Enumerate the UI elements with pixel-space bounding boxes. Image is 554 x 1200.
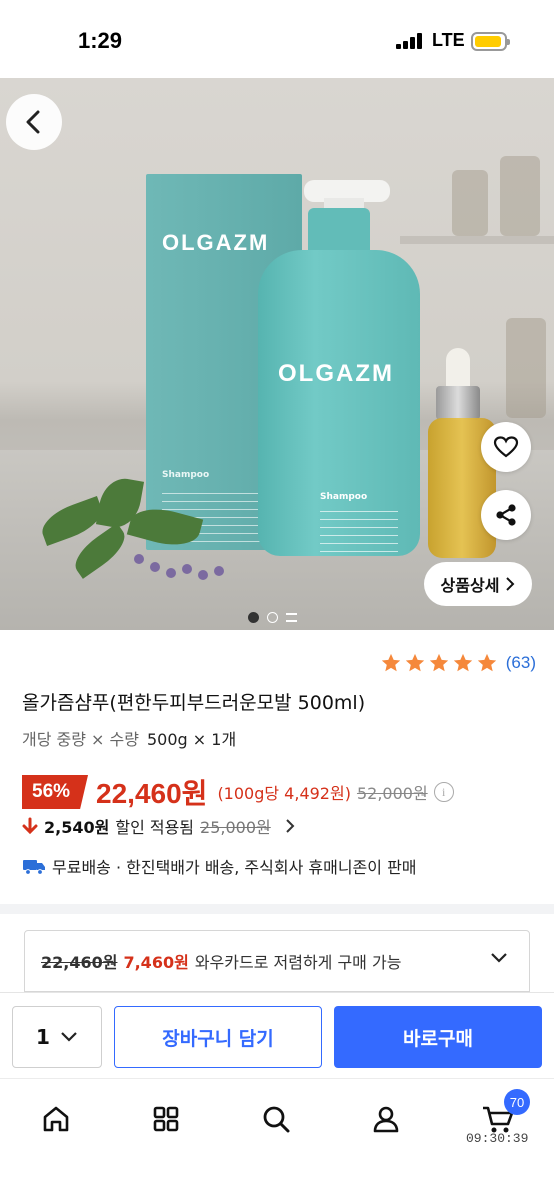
quantity-select[interactable]: 1	[12, 1006, 102, 1068]
quantity-value: 1	[36, 1025, 50, 1049]
chevron-down-icon	[61, 1032, 77, 1042]
discount-badge: 56%	[22, 775, 89, 809]
box-brand: OLGAZM	[162, 230, 270, 255]
lavender	[166, 568, 176, 578]
user-icon	[373, 1106, 399, 1133]
arrow-down-icon	[22, 817, 38, 835]
star-icon	[477, 653, 496, 672]
star-icon	[405, 653, 424, 672]
unit-price: (100g당 4,492원)	[217, 784, 351, 803]
bottle-ingredient-lines	[320, 504, 398, 552]
chevron-down-icon	[491, 953, 507, 963]
back-button[interactable]	[6, 94, 62, 150]
chevron-right-icon	[506, 577, 515, 591]
heart-icon	[493, 436, 519, 458]
bottle-label: Shampoo	[320, 492, 368, 502]
product-image-carousel[interactable]: OLGAZM Shampoo OLGAZM Shampoo 상품상세	[0, 78, 554, 630]
lavender	[150, 562, 160, 572]
carousel-more-icon	[286, 613, 297, 622]
shipping-row: 무료배송 · 한진택배가 배송, 주식회사 휴매니존이 판매	[22, 854, 417, 878]
star-icon	[453, 653, 472, 672]
add-to-cart-button[interactable]: 장바구니 담기	[114, 1006, 322, 1068]
battery-icon	[471, 32, 510, 51]
status-time: 1:29	[78, 28, 123, 53]
review-count[interactable]: (63)	[506, 653, 536, 673]
shipping-text: 무료배송 · 한진택배가 배송, 주식회사 휴매니존이 판매	[52, 858, 417, 877]
wow-card-offer[interactable]: 22,460원 7,460원 와우카드로 저렴하게 구매 가능	[24, 930, 530, 992]
product-detail-label: 상품상세	[440, 576, 500, 595]
signal-icon	[396, 33, 424, 49]
sale-price: 22,460원	[96, 778, 208, 809]
clock-overlay: 09:30:39	[466, 1131, 529, 1146]
purchase-bar: 1 장바구니 담기 바로구매	[0, 992, 554, 1078]
share-button[interactable]	[481, 490, 531, 540]
info-icon[interactable]: i	[433, 782, 454, 802]
rating[interactable]: (63)	[380, 652, 536, 674]
coupon-amount: 2,540원	[44, 818, 110, 837]
lavender	[182, 564, 192, 574]
cart-count-badge: 70	[504, 1089, 530, 1115]
lavender	[198, 570, 208, 580]
product-detail-button[interactable]: 상품상세	[424, 562, 532, 606]
star-icon	[429, 653, 448, 672]
background-jar	[452, 170, 488, 236]
option-label: 개당 중량 × 수량	[22, 730, 139, 749]
coupon-row[interactable]: 2,540원 할인 적용됨 25,000원	[22, 814, 297, 838]
home-icon	[43, 1106, 69, 1132]
shelf	[400, 236, 554, 244]
option-line: 개당 중량 × 수량 500g × 1개	[22, 726, 236, 750]
bottle-brand: OLGAZM	[278, 360, 394, 387]
carousel-indicator	[248, 612, 297, 623]
product-title: 올가즘샴푸(편한두피부드러운모발 500ml)	[22, 692, 366, 714]
option-value: 500g × 1개	[146, 730, 237, 749]
background-jar	[500, 156, 540, 236]
section-divider	[0, 904, 554, 914]
grid-icon	[153, 1106, 179, 1132]
tab-bar: 70 09:30:39	[0, 1078, 554, 1200]
shampoo-bottle: OLGAZM Shampoo	[258, 250, 420, 556]
truck-icon	[23, 860, 45, 875]
wishlist-button[interactable]	[481, 422, 531, 472]
tab-home[interactable]	[36, 1099, 76, 1139]
wow-text: 와우카드로 저렴하게 구매 가능	[194, 953, 402, 972]
price-row: 56% 22,460원 (100g당 4,492원) 52,000원 i	[22, 772, 454, 812]
chevron-left-icon	[26, 110, 40, 134]
wow-price: 7,460원	[123, 953, 189, 972]
dropper-ring	[436, 386, 480, 420]
tab-categories[interactable]	[146, 1099, 186, 1139]
original-price: 52,000원	[356, 784, 428, 803]
box-label: Shampoo	[162, 470, 210, 480]
star-icon	[381, 653, 400, 672]
network-label: LTE	[432, 30, 465, 50]
coupon-text: 할인 적용됨	[115, 818, 195, 837]
tab-my-account[interactable]	[366, 1099, 406, 1139]
background-jar	[506, 318, 546, 418]
chevron-right-icon	[286, 819, 295, 833]
coupon-original-price: 25,000원	[200, 818, 271, 837]
search-icon	[263, 1106, 290, 1133]
share-icon	[496, 504, 516, 526]
wow-strike-price: 22,460원	[41, 953, 118, 972]
lavender	[214, 566, 224, 576]
carousel-dot[interactable]	[248, 612, 259, 623]
tab-search[interactable]	[256, 1099, 296, 1139]
buy-now-button[interactable]: 바로구매	[334, 1006, 542, 1068]
status-bar: 1:29 LTE	[0, 0, 554, 78]
lavender	[134, 554, 144, 564]
carousel-dot[interactable]	[267, 612, 278, 623]
dropper-cap	[446, 348, 470, 390]
